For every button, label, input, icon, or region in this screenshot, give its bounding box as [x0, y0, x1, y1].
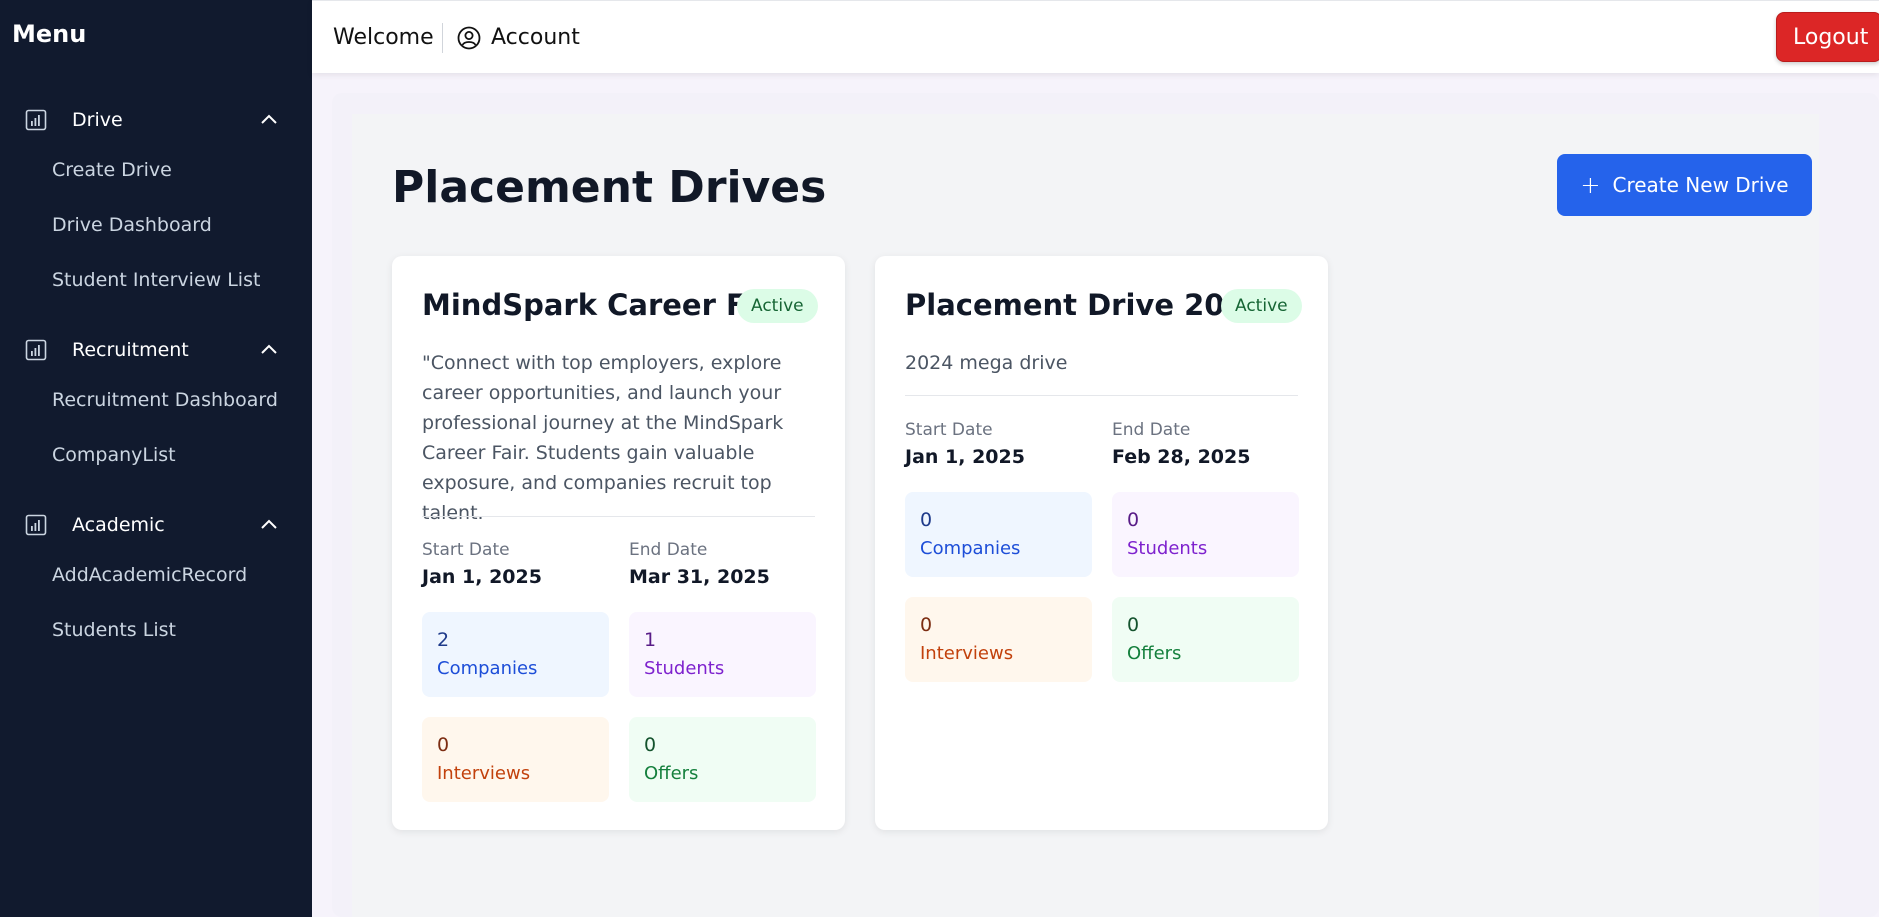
status-badge: Active	[737, 289, 818, 323]
drive-description: 2024 mega drive	[905, 352, 1068, 374]
card-divider	[905, 395, 1298, 396]
plus-icon: +	[1580, 171, 1601, 199]
companies-label: Companies	[920, 538, 1021, 559]
companies-stat: 0 Companies	[905, 492, 1092, 577]
drive-name: Placement Drive 2024	[905, 288, 1265, 322]
welcome-text: Welcome	[333, 25, 434, 50]
drive-name: MindSpark Career Fair	[422, 288, 788, 322]
header-divider	[442, 23, 443, 53]
students-count: 1	[644, 629, 657, 651]
sidebar-item-recruitment-dashboard[interactable]: Recruitment Dashboard	[52, 389, 278, 411]
sidebar-section-label: Drive	[72, 109, 123, 131]
chevron-up-icon	[261, 344, 277, 354]
sidebar-section-label: Academic	[72, 514, 165, 536]
interviews-stat: 0 Interviews	[422, 717, 609, 802]
sidebar-item-students-list[interactable]: Students List	[52, 619, 176, 641]
sidebar-item-create-drive[interactable]: Create Drive	[52, 159, 172, 181]
companies-count: 2	[437, 629, 450, 651]
drive-description: "Connect with top employers, explore car…	[422, 352, 784, 524]
students-label: Students	[1127, 538, 1208, 559]
bar-chart-icon	[25, 109, 47, 131]
end-date-label: End Date	[629, 540, 708, 560]
bar-chart-icon	[25, 514, 47, 536]
start-date-value: Jan 1, 2025	[422, 566, 542, 588]
start-date-label: Start Date	[905, 420, 993, 440]
sidebar-item-student-interview-list[interactable]: Student Interview List	[52, 269, 260, 291]
chevron-up-icon	[261, 114, 277, 124]
offers-label: Offers	[644, 763, 699, 784]
interviews-label: Interviews	[437, 763, 531, 784]
account-link[interactable]: Account	[457, 25, 580, 50]
offers-count: 0	[1127, 614, 1140, 636]
sidebar-section-toggle-academic[interactable]: Academic	[0, 505, 312, 545]
students-count: 0	[1127, 509, 1140, 531]
offers-count: 0	[644, 734, 657, 756]
interviews-stat: 0 Interviews	[905, 597, 1092, 682]
start-date-label: Start Date	[422, 540, 510, 560]
page-title: Placement Drives	[392, 162, 827, 213]
offers-stat: 0 Offers	[1112, 597, 1299, 682]
students-stat: 0 Students	[1112, 492, 1299, 577]
sidebar-section-recruitment: Recruitment	[0, 330, 312, 370]
students-label: Students	[644, 658, 725, 679]
drive-card[interactable]: MindSpark Career Fair Active "Connect wi…	[392, 256, 845, 830]
end-date-value: Mar 31, 2025	[629, 566, 770, 588]
offers-label: Offers	[1127, 643, 1182, 664]
bar-chart-icon	[25, 339, 47, 361]
offers-stat: 0 Offers	[629, 717, 816, 802]
sidebar-item-drive-dashboard[interactable]: Drive Dashboard	[52, 214, 212, 236]
sidebar-section-academic: Academic	[0, 505, 312, 545]
sidebar-item-add-academic-record[interactable]: AddAcademicRecord	[52, 564, 247, 586]
sidebar-section-toggle-recruitment[interactable]: Recruitment	[0, 330, 312, 370]
sidebar-section-drive: Drive	[0, 100, 312, 140]
menu-title: Menu	[12, 20, 87, 48]
sidebar-item-company-list[interactable]: CompanyList	[52, 444, 176, 466]
start-date-value: Jan 1, 2025	[905, 446, 1025, 468]
end-date-value: Feb 28, 2025	[1112, 446, 1251, 468]
interviews-count: 0	[437, 734, 450, 756]
drive-card[interactable]: Placement Drive 2024 Active 2024 mega dr…	[875, 256, 1328, 830]
end-date-label: End Date	[1112, 420, 1191, 440]
user-circle-icon	[457, 26, 481, 49]
chevron-up-icon	[261, 519, 277, 529]
interviews-count: 0	[920, 614, 933, 636]
account-label: Account	[491, 25, 580, 50]
students-stat: 1 Students	[629, 612, 816, 697]
create-new-drive-label: Create New Drive	[1612, 173, 1789, 197]
top-header: Welcome Account	[312, 0, 1879, 73]
status-badge: Active	[1221, 289, 1302, 323]
sidebar-section-toggle-drive[interactable]: Drive	[0, 100, 312, 140]
create-new-drive-button[interactable]: + Create New Drive	[1557, 154, 1812, 216]
companies-label: Companies	[437, 658, 538, 679]
companies-stat: 2 Companies	[422, 612, 609, 697]
logout-button[interactable]: Logout	[1776, 12, 1879, 62]
sidebar-section-label: Recruitment	[72, 339, 189, 361]
card-divider	[422, 516, 815, 517]
sidebar: Menu Drive Create Drive Drive Dashboard …	[0, 0, 312, 917]
interviews-label: Interviews	[920, 643, 1014, 664]
companies-count: 0	[920, 509, 933, 531]
